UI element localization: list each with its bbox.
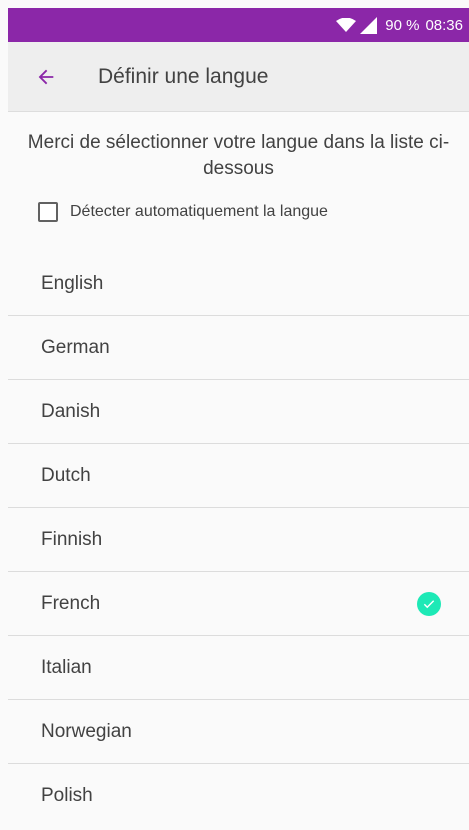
instruction-text: Merci de sélectionner votre langue dans … [27,132,450,179]
signal-icon [360,16,378,34]
check-circle-icon [417,591,441,616]
screen: 90 % 08:36 Définir une langue Merci de s… [0,0,469,830]
language-item-italian[interactable]: Italian [8,636,469,700]
language-label: Italian [41,656,92,678]
auto-detect-label: Détecter automatiquement la langue [70,203,328,220]
battery-text: 90 % [385,16,420,34]
language-label: English [41,272,104,294]
language-item-polish[interactable]: Polish [8,764,469,828]
language-label: Danish [41,400,101,422]
arrow-back-icon [38,69,54,84]
page-title: Définir une langue [98,64,269,88]
content: Merci de sélectionner votre langue dans … [8,112,469,830]
language-item-danish[interactable]: Danish [8,380,469,444]
language-item-english[interactable]: English [8,252,469,316]
auto-detect-row[interactable]: Détecter automatiquement la langue [38,202,469,222]
clock-text: 08:36 [425,16,463,34]
app-bar: Définir une langue [8,42,469,112]
wifi-icon [336,18,357,32]
language-label: Polish [41,785,93,806]
language-label: Finnish [41,528,103,550]
language-item-french[interactable]: French [8,572,469,636]
language-item-german[interactable]: German [8,316,469,380]
auto-detect-checkbox[interactable] [38,202,58,222]
language-label: German [41,336,110,358]
language-label: Norwegian [41,720,132,742]
language-item-norwegian[interactable]: Norwegian [8,700,469,764]
back-button[interactable] [22,53,70,101]
language-item-finnish[interactable]: Finnish [8,508,469,572]
language-item-dutch[interactable]: Dutch [8,444,469,508]
language-label: French [41,592,101,614]
status-bar: 90 % 08:36 [8,8,469,42]
language-label: Dutch [41,464,91,486]
language-list: English German Danish Dutch Finnish Fren… [8,252,469,828]
